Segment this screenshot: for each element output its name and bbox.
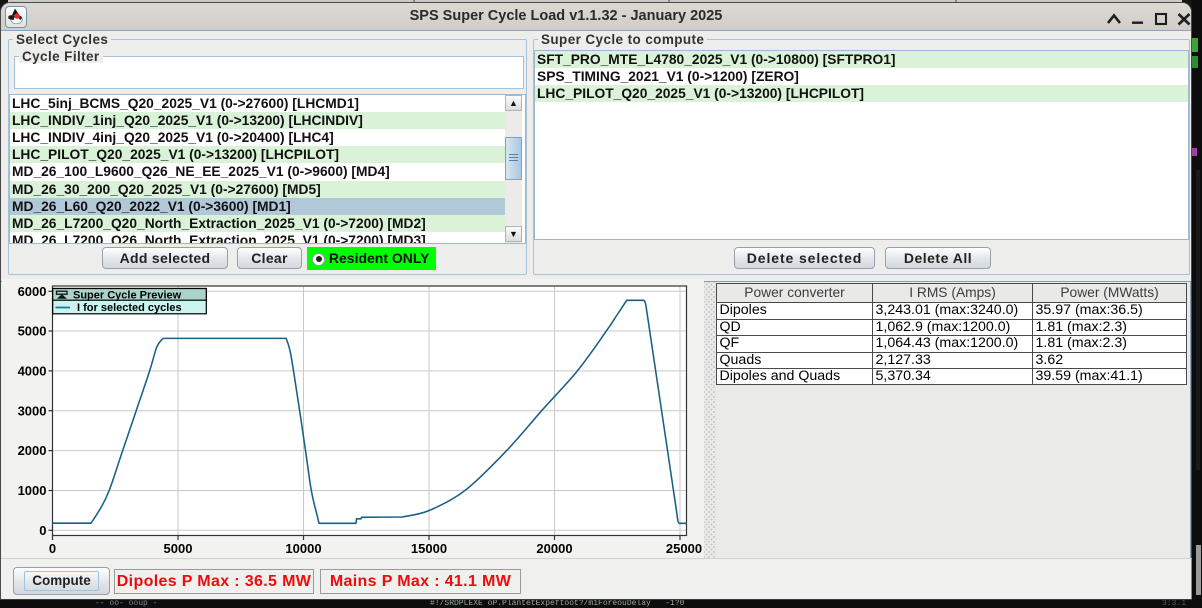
svg-text:6000: 6000	[18, 284, 47, 299]
svg-text:0: 0	[49, 541, 56, 556]
svg-text:I for selected cycles: I for selected cycles	[77, 302, 182, 314]
svg-text:25000: 25000	[666, 541, 702, 556]
svg-text:15000: 15000	[411, 541, 447, 556]
svg-text:1000: 1000	[18, 483, 47, 498]
svg-text:5000: 5000	[164, 541, 193, 556]
svg-text:2000: 2000	[18, 443, 47, 458]
svg-text:3000: 3000	[18, 403, 47, 418]
svg-text:10000: 10000	[285, 541, 321, 556]
svg-text:5000: 5000	[18, 324, 47, 339]
svg-text:Super Cycle Preview: Super Cycle Preview	[73, 290, 182, 302]
svg-text:4000: 4000	[18, 364, 47, 379]
svg-text:0: 0	[39, 523, 46, 538]
svg-text:20000: 20000	[536, 541, 572, 556]
